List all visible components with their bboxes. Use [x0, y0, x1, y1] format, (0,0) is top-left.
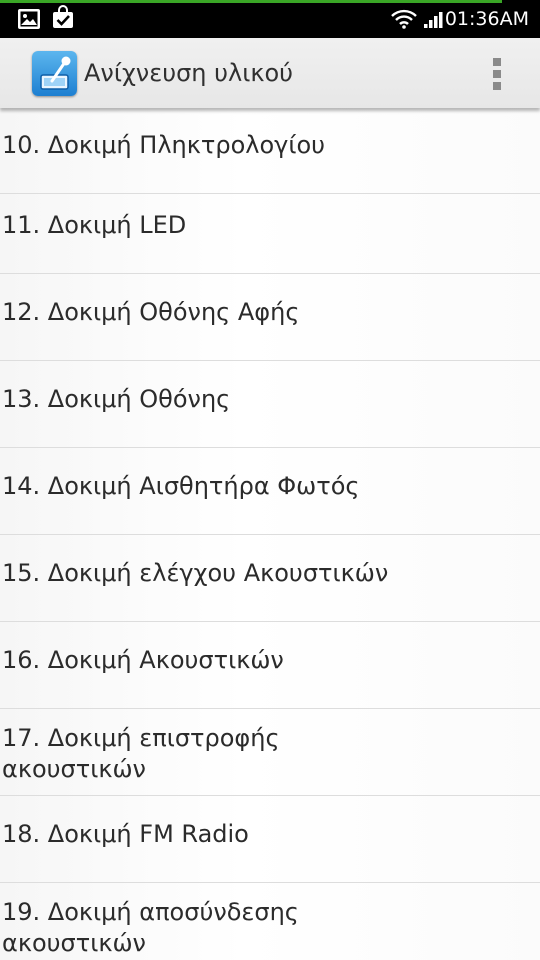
list-item-label: 13. Δοκιμή Οθόνης	[2, 385, 231, 413]
list-item-headset-test[interactable]: 16. Δοκιμή Ακουστικών	[0, 623, 540, 709]
list-item-label: 16. Δοκιμή Ακουστικών	[2, 646, 284, 674]
list-item-headset-check-test[interactable]: 15. Δοκιμή ελέγχου Ακουστικών	[0, 536, 540, 622]
play-store-icon	[53, 5, 73, 28]
signal-icon	[424, 12, 443, 28]
wifi-icon	[391, 9, 417, 29]
list-item-label: 19. Δοκιμή αποσύνδεσης ακουστικών	[2, 898, 299, 957]
list-item-label: 17. Δοκιμή επιστροφής ακουστικών	[2, 724, 280, 783]
test-list: 10. Δοκιμή Πληκτρολογίου 11. Δοκιμή LED …	[0, 108, 540, 960]
list-item-label: 12. Δοκιμή Οθόνης Αφής	[2, 298, 300, 326]
list-item-headset-loopback-test[interactable]: 17. Δοκιμή επιστροφής ακουστικών	[0, 710, 540, 796]
page-title: Ανίχνευση υλικού	[84, 59, 294, 87]
list-item-label: 15. Δοκιμή ελέγχου Ακουστικών	[2, 559, 389, 587]
hardware-test-app-icon[interactable]	[32, 51, 77, 96]
status-progress-bar	[0, 0, 503, 3]
list-item-label: 10. Δοκιμή Πληκτρολογίου	[2, 131, 326, 159]
list-item-label: 14. Δοκιμή Αισθητήρα Φωτός	[2, 472, 360, 500]
action-bar: Ανίχνευση υλικού	[0, 38, 540, 108]
status-time: 01:36AM	[444, 8, 529, 30]
list-item-label: 18. Δοκιμή FM Radio	[2, 820, 249, 848]
status-bar: 01:36AM	[0, 0, 540, 38]
list-item-fm-radio-test[interactable]: 18. Δοκιμή FM Radio	[0, 797, 540, 883]
list-item-touchscreen-test[interactable]: 12. Δοκιμή Οθόνης Αφής	[0, 275, 540, 361]
list-item-led-test[interactable]: 11. Δοκιμή LED	[0, 188, 540, 274]
overflow-menu-icon[interactable]	[482, 54, 512, 94]
list-item-label: 11. Δοκιμή LED	[2, 211, 187, 239]
list-item-screen-test[interactable]: 13. Δοκιμή Οθόνης	[0, 362, 540, 448]
list-item-light-sensor-test[interactable]: 14. Δοκιμή Αισθητήρα Φωτός	[0, 449, 540, 535]
list-item-headset-unplug-test[interactable]: 19. Δοκιμή αποσύνδεσης ακουστικών	[0, 884, 540, 960]
gallery-icon	[18, 9, 40, 29]
list-item-keyboard-test[interactable]: 10. Δοκιμή Πληκτρολογίου	[0, 108, 540, 194]
